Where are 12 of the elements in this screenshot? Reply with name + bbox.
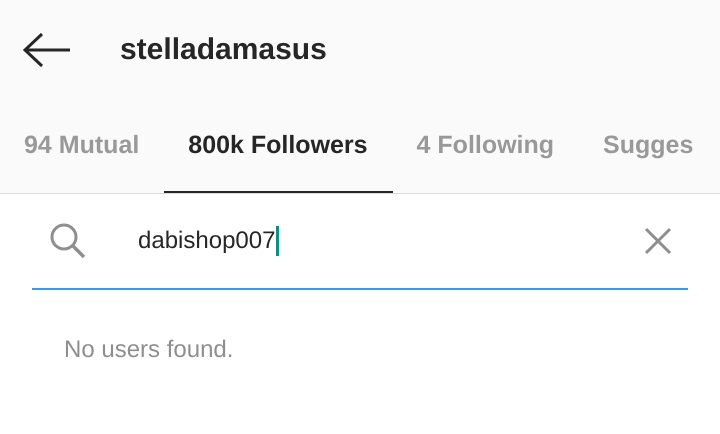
empty-message: No users found. (64, 336, 234, 364)
back-arrow-icon[interactable] (22, 32, 72, 68)
tab[interactable]: Sugges (579, 100, 718, 193)
tab[interactable]: 800k Followers (164, 100, 393, 193)
profile-username: stelladamasus (120, 33, 327, 67)
tab[interactable]: 94 Mutual (0, 100, 164, 193)
text-cursor (276, 226, 280, 256)
clear-button[interactable] (642, 225, 674, 257)
tab[interactable]: 4 Following (392, 100, 580, 193)
search-icon (48, 221, 88, 261)
search-field[interactable]: dabishop007 (32, 194, 688, 290)
search-text: dabishop007 (138, 227, 276, 255)
